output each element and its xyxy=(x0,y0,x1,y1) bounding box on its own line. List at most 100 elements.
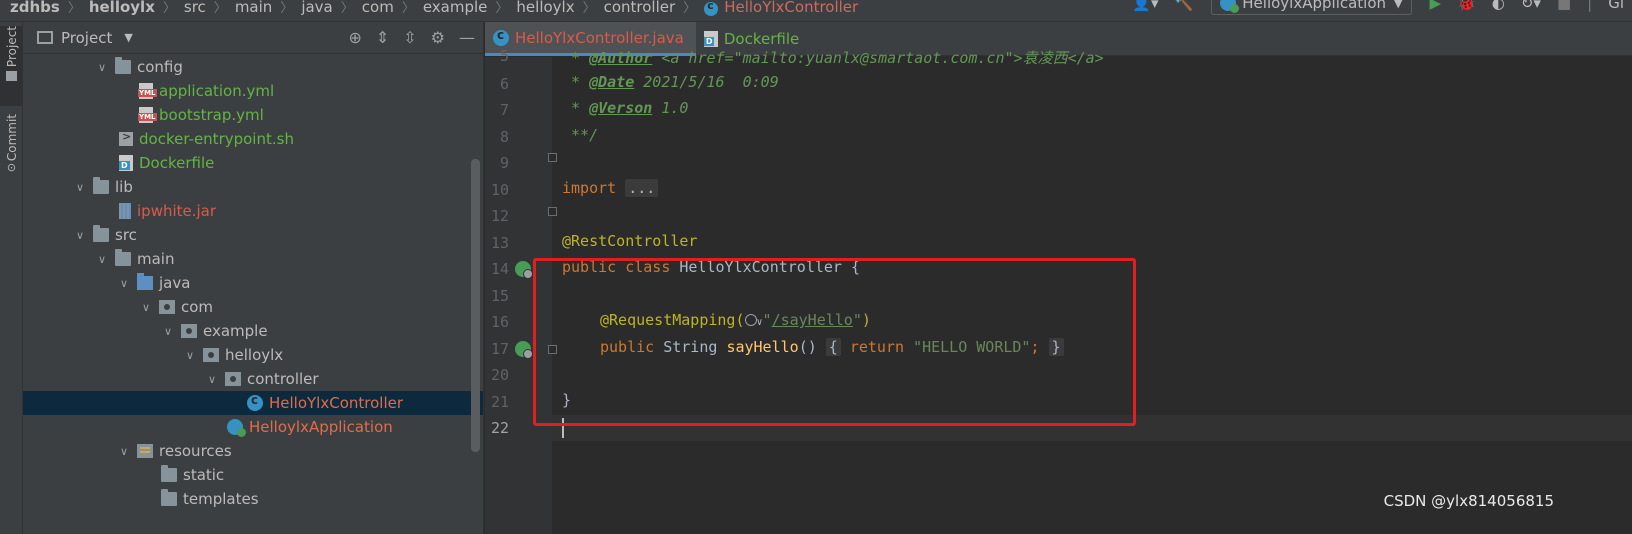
breadcrumb-item-java[interactable]: java xyxy=(301,0,332,16)
folded-brace-open[interactable]: { xyxy=(825,338,841,356)
run-icon[interactable]: ▶ xyxy=(1430,0,1442,12)
text-caret xyxy=(562,418,564,438)
tree-item-helloylx[interactable]: ∨ helloylx xyxy=(23,343,483,367)
commit-tool-tab[interactable]: Commit ⊙ xyxy=(0,114,23,192)
breadcrumb-item-controller[interactable]: controller xyxy=(604,0,676,16)
project-scrollbar[interactable] xyxy=(471,159,480,452)
breadcrumb-item-example[interactable]: example xyxy=(423,0,488,16)
return-type: String xyxy=(654,338,727,356)
class-icon xyxy=(704,0,719,16)
hide-panel-icon[interactable]: — xyxy=(459,28,475,47)
locate-file-icon[interactable]: ⊕ xyxy=(348,28,361,47)
docker-file-icon xyxy=(703,31,718,47)
tree-item-java[interactable]: ∨ java xyxy=(23,271,483,295)
tree-item-label: config xyxy=(137,58,183,76)
tree-item-templates[interactable]: templates xyxy=(23,487,483,511)
chevron-down-icon[interactable]: ∨ xyxy=(117,277,131,290)
tree-item-hello-ylx-controller[interactable]: HelloYlxController xyxy=(23,391,483,415)
line-number: 6 xyxy=(499,75,509,93)
line-number: 21 xyxy=(490,393,509,411)
tree-item-controller[interactable]: ∨ controller xyxy=(23,367,483,391)
collapse-all-icon[interactable]: ⇳ xyxy=(403,28,416,47)
breadcrumb-item-class[interactable]: HelloYlxController xyxy=(724,0,858,16)
code-area[interactable]: * @Author <a href="mailto:yuanlx@smartao… xyxy=(552,49,1632,534)
tree-item-config[interactable]: ∨ config xyxy=(23,55,483,79)
doc-tag: @Verson xyxy=(589,99,653,117)
chevron-down-icon[interactable]: ∨ xyxy=(183,349,197,362)
breadcrumb-separator: 〉 xyxy=(280,1,294,16)
chevron-down-icon[interactable]: ∨ xyxy=(73,229,87,242)
build-hammer-icon[interactable]: 🔨 xyxy=(1175,0,1194,12)
profiler-icon[interactable]: ↻▾ xyxy=(1521,0,1541,12)
chevron-down-icon[interactable]: ∨ xyxy=(139,301,153,314)
chevron-down-icon[interactable]: ∨ xyxy=(117,445,131,458)
code-line-7: * @Verson 1.0 xyxy=(562,99,688,125)
folder-icon xyxy=(161,465,177,482)
spring-bean-gutter-icon[interactable] xyxy=(515,261,533,279)
breadcrumb-item-zdhbs[interactable]: zdhbs xyxy=(10,0,60,16)
tree-item-label: HelloYlxController xyxy=(269,394,404,412)
code-line-14: public class HelloYlxController { xyxy=(562,258,860,284)
method-name: sayHello xyxy=(726,338,799,356)
code-line-6: * @Date 2021/5/16 0:09 xyxy=(562,73,779,99)
spring-app-icon xyxy=(227,419,246,437)
tree-item-label: lib xyxy=(115,178,133,196)
tree-item-application-yml[interactable]: application.yml xyxy=(23,79,483,103)
tree-item-label: helloylx xyxy=(225,346,284,364)
tree-item-label: java xyxy=(159,274,191,292)
tree-item-main[interactable]: ∨ main xyxy=(23,247,483,271)
breadcrumb-separator: 〉 xyxy=(340,1,354,16)
keyword: public xyxy=(600,338,655,356)
folder-icon xyxy=(161,489,177,506)
tree-item-helloylx-application[interactable]: HelloylxApplication xyxy=(23,415,483,439)
tree-item-src[interactable]: ∨ src xyxy=(23,223,483,247)
line-number: 13 xyxy=(490,234,509,252)
spring-bean-gutter-icon[interactable] xyxy=(515,341,533,359)
chevron-down-icon[interactable]: ∨ xyxy=(205,373,219,386)
tree-item-lib[interactable]: ∨ lib xyxy=(23,175,483,199)
commit-icon: ⊙ xyxy=(6,161,17,175)
chevron-down-icon[interactable]: ∨ xyxy=(95,253,109,266)
tree-item-com[interactable]: ∨ com xyxy=(23,295,483,319)
url-mapping-link[interactable]: /sayHello xyxy=(772,311,853,329)
globe-icon[interactable] xyxy=(744,314,757,326)
chevron-down-icon[interactable]: ▼ xyxy=(124,31,132,44)
expand-all-icon[interactable]: ⇕ xyxy=(376,28,389,47)
coverage-icon[interactable]: ◐ xyxy=(1492,0,1505,12)
breadcrumb-item-helloylx-package[interactable]: helloylx xyxy=(516,0,574,16)
breadcrumb-item-com[interactable]: com xyxy=(362,0,394,16)
breadcrumb-item-src[interactable]: src xyxy=(184,0,206,16)
breadcrumb-item-helloylx[interactable]: helloylx xyxy=(89,0,155,16)
code-line-5: * @Author <a href="mailto:yuanlx@smartao… xyxy=(562,47,1104,73)
tree-item-label: resources xyxy=(159,442,232,460)
git-menu-label[interactable]: Gi xyxy=(1608,0,1624,12)
tree-item-bootstrap-yml[interactable]: bootstrap.yml xyxy=(23,103,483,127)
tree-item-resources[interactable]: ∨ resources xyxy=(23,439,483,463)
folded-imports[interactable]: ... xyxy=(625,179,659,197)
project-panel: Project ▼ ⊕ ⇕ ⇳ ⚙ — ∨ config application… xyxy=(23,22,484,534)
folded-brace-close[interactable]: } xyxy=(1048,338,1064,356)
tree-item-label: docker-entrypoint.sh xyxy=(139,130,294,148)
run-configuration-label: HelloylxApplication xyxy=(1242,0,1387,12)
folder-icon xyxy=(93,225,109,242)
run-configuration-select[interactable]: HelloylxApplication ▼ xyxy=(1211,0,1412,15)
tree-item-example[interactable]: ∨ example xyxy=(23,319,483,343)
debug-icon[interactable]: 🐞 xyxy=(1457,0,1476,12)
package-icon xyxy=(159,300,175,314)
doc-comment: 1.0 xyxy=(652,99,689,117)
chevron-down-icon[interactable]: ∨ xyxy=(73,181,87,194)
code-editor: HelloYlxController.java Dockerfile 5 6 7… xyxy=(485,22,1632,534)
stop-icon[interactable]: ■ xyxy=(1557,0,1571,12)
current-line-highlight xyxy=(552,415,1632,441)
tree-item-static[interactable]: static xyxy=(23,463,483,487)
user-icon[interactable]: 👤▾ xyxy=(1132,0,1158,12)
project-tool-tab[interactable]: Project xyxy=(0,26,23,106)
chevron-down-icon[interactable]: ∨ xyxy=(95,61,109,74)
tree-item-docker-entrypoint[interactable]: docker-entrypoint.sh xyxy=(23,127,483,151)
tree-item-label: main xyxy=(137,250,175,268)
breadcrumb-item-main[interactable]: main xyxy=(235,0,272,16)
tree-item-ipwhite-jar[interactable]: ipwhite.jar xyxy=(23,199,483,223)
gear-icon[interactable]: ⚙ xyxy=(431,28,445,47)
tree-item-dockerfile[interactable]: Dockerfile xyxy=(23,151,483,175)
chevron-down-icon[interactable]: ∨ xyxy=(161,325,175,338)
